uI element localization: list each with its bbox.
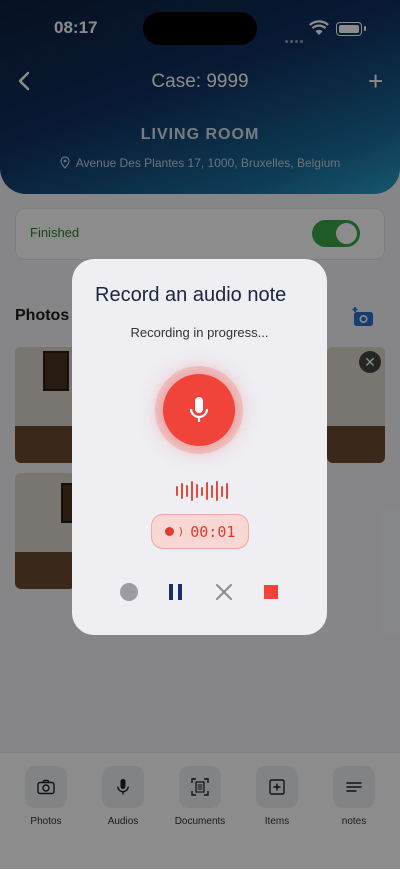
- record-icon: [120, 583, 138, 601]
- modal-title: Record an audio note: [95, 284, 287, 306]
- cancel-recording-button[interactable]: [214, 582, 234, 607]
- mic-icon: [189, 397, 209, 422]
- stop-button[interactable]: [262, 582, 280, 607]
- recording-timer: ) 00:01: [151, 514, 249, 549]
- pause-icon: [169, 584, 182, 600]
- stop-icon: [264, 585, 278, 599]
- sound-wave-icon: ): [177, 525, 185, 538]
- record-mic-button[interactable]: [163, 374, 235, 446]
- waveform: [176, 480, 228, 502]
- recording-dot-icon: [164, 527, 174, 536]
- record-control-button[interactable]: [119, 582, 139, 607]
- cancel-icon: [216, 584, 232, 600]
- recording-status: Recording in progress...: [130, 325, 269, 340]
- timer-value: 00:01: [190, 522, 236, 541]
- pause-button[interactable]: [167, 582, 185, 607]
